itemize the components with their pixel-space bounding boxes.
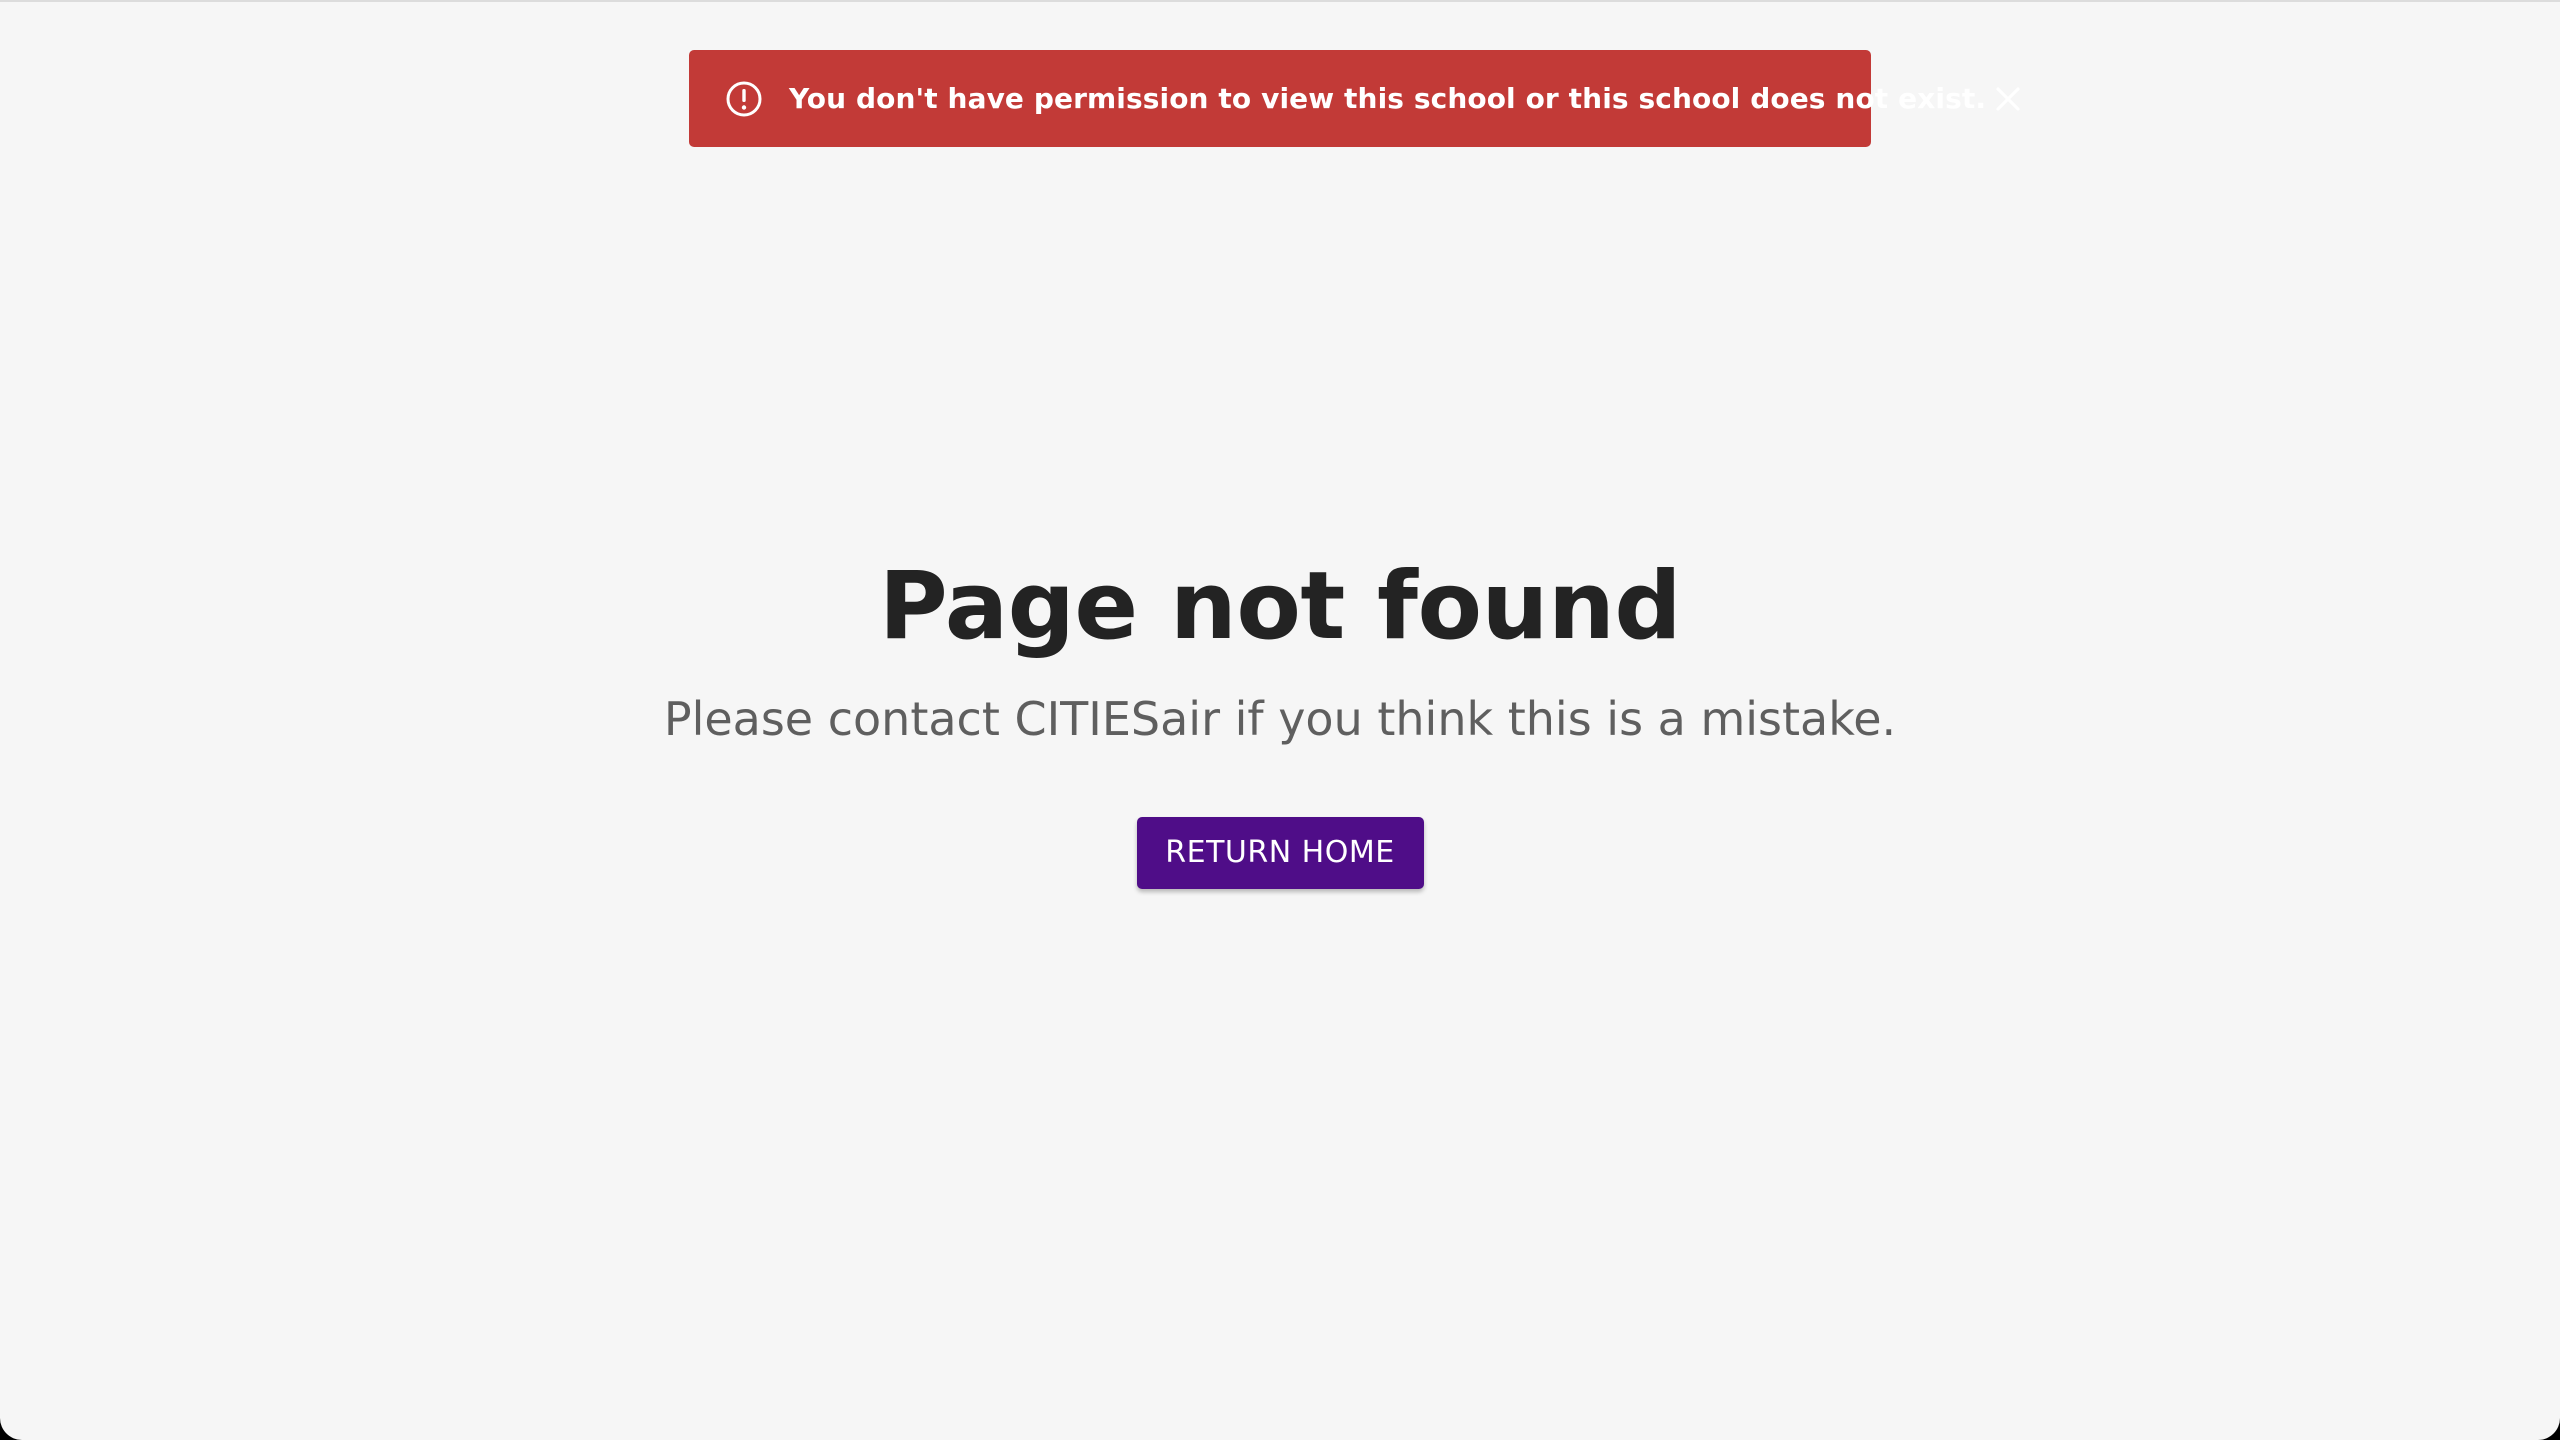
alert-message: You don't have permission to view this s…: [789, 82, 1987, 115]
not-found-content: Page not found Please contact CITIESair …: [0, 547, 2560, 889]
page-title: Page not found: [878, 552, 1682, 661]
return-home-button[interactable]: RETURN HOME: [1136, 817, 1424, 889]
close-icon[interactable]: [1986, 77, 2030, 121]
page-subtitle: Please contact CITIESair if you think th…: [663, 692, 1897, 746]
error-circle-icon: [725, 80, 763, 118]
browser-viewport: You don't have permission to view this s…: [0, 0, 2560, 1440]
error-alert: You don't have permission to view this s…: [689, 50, 2020, 147]
